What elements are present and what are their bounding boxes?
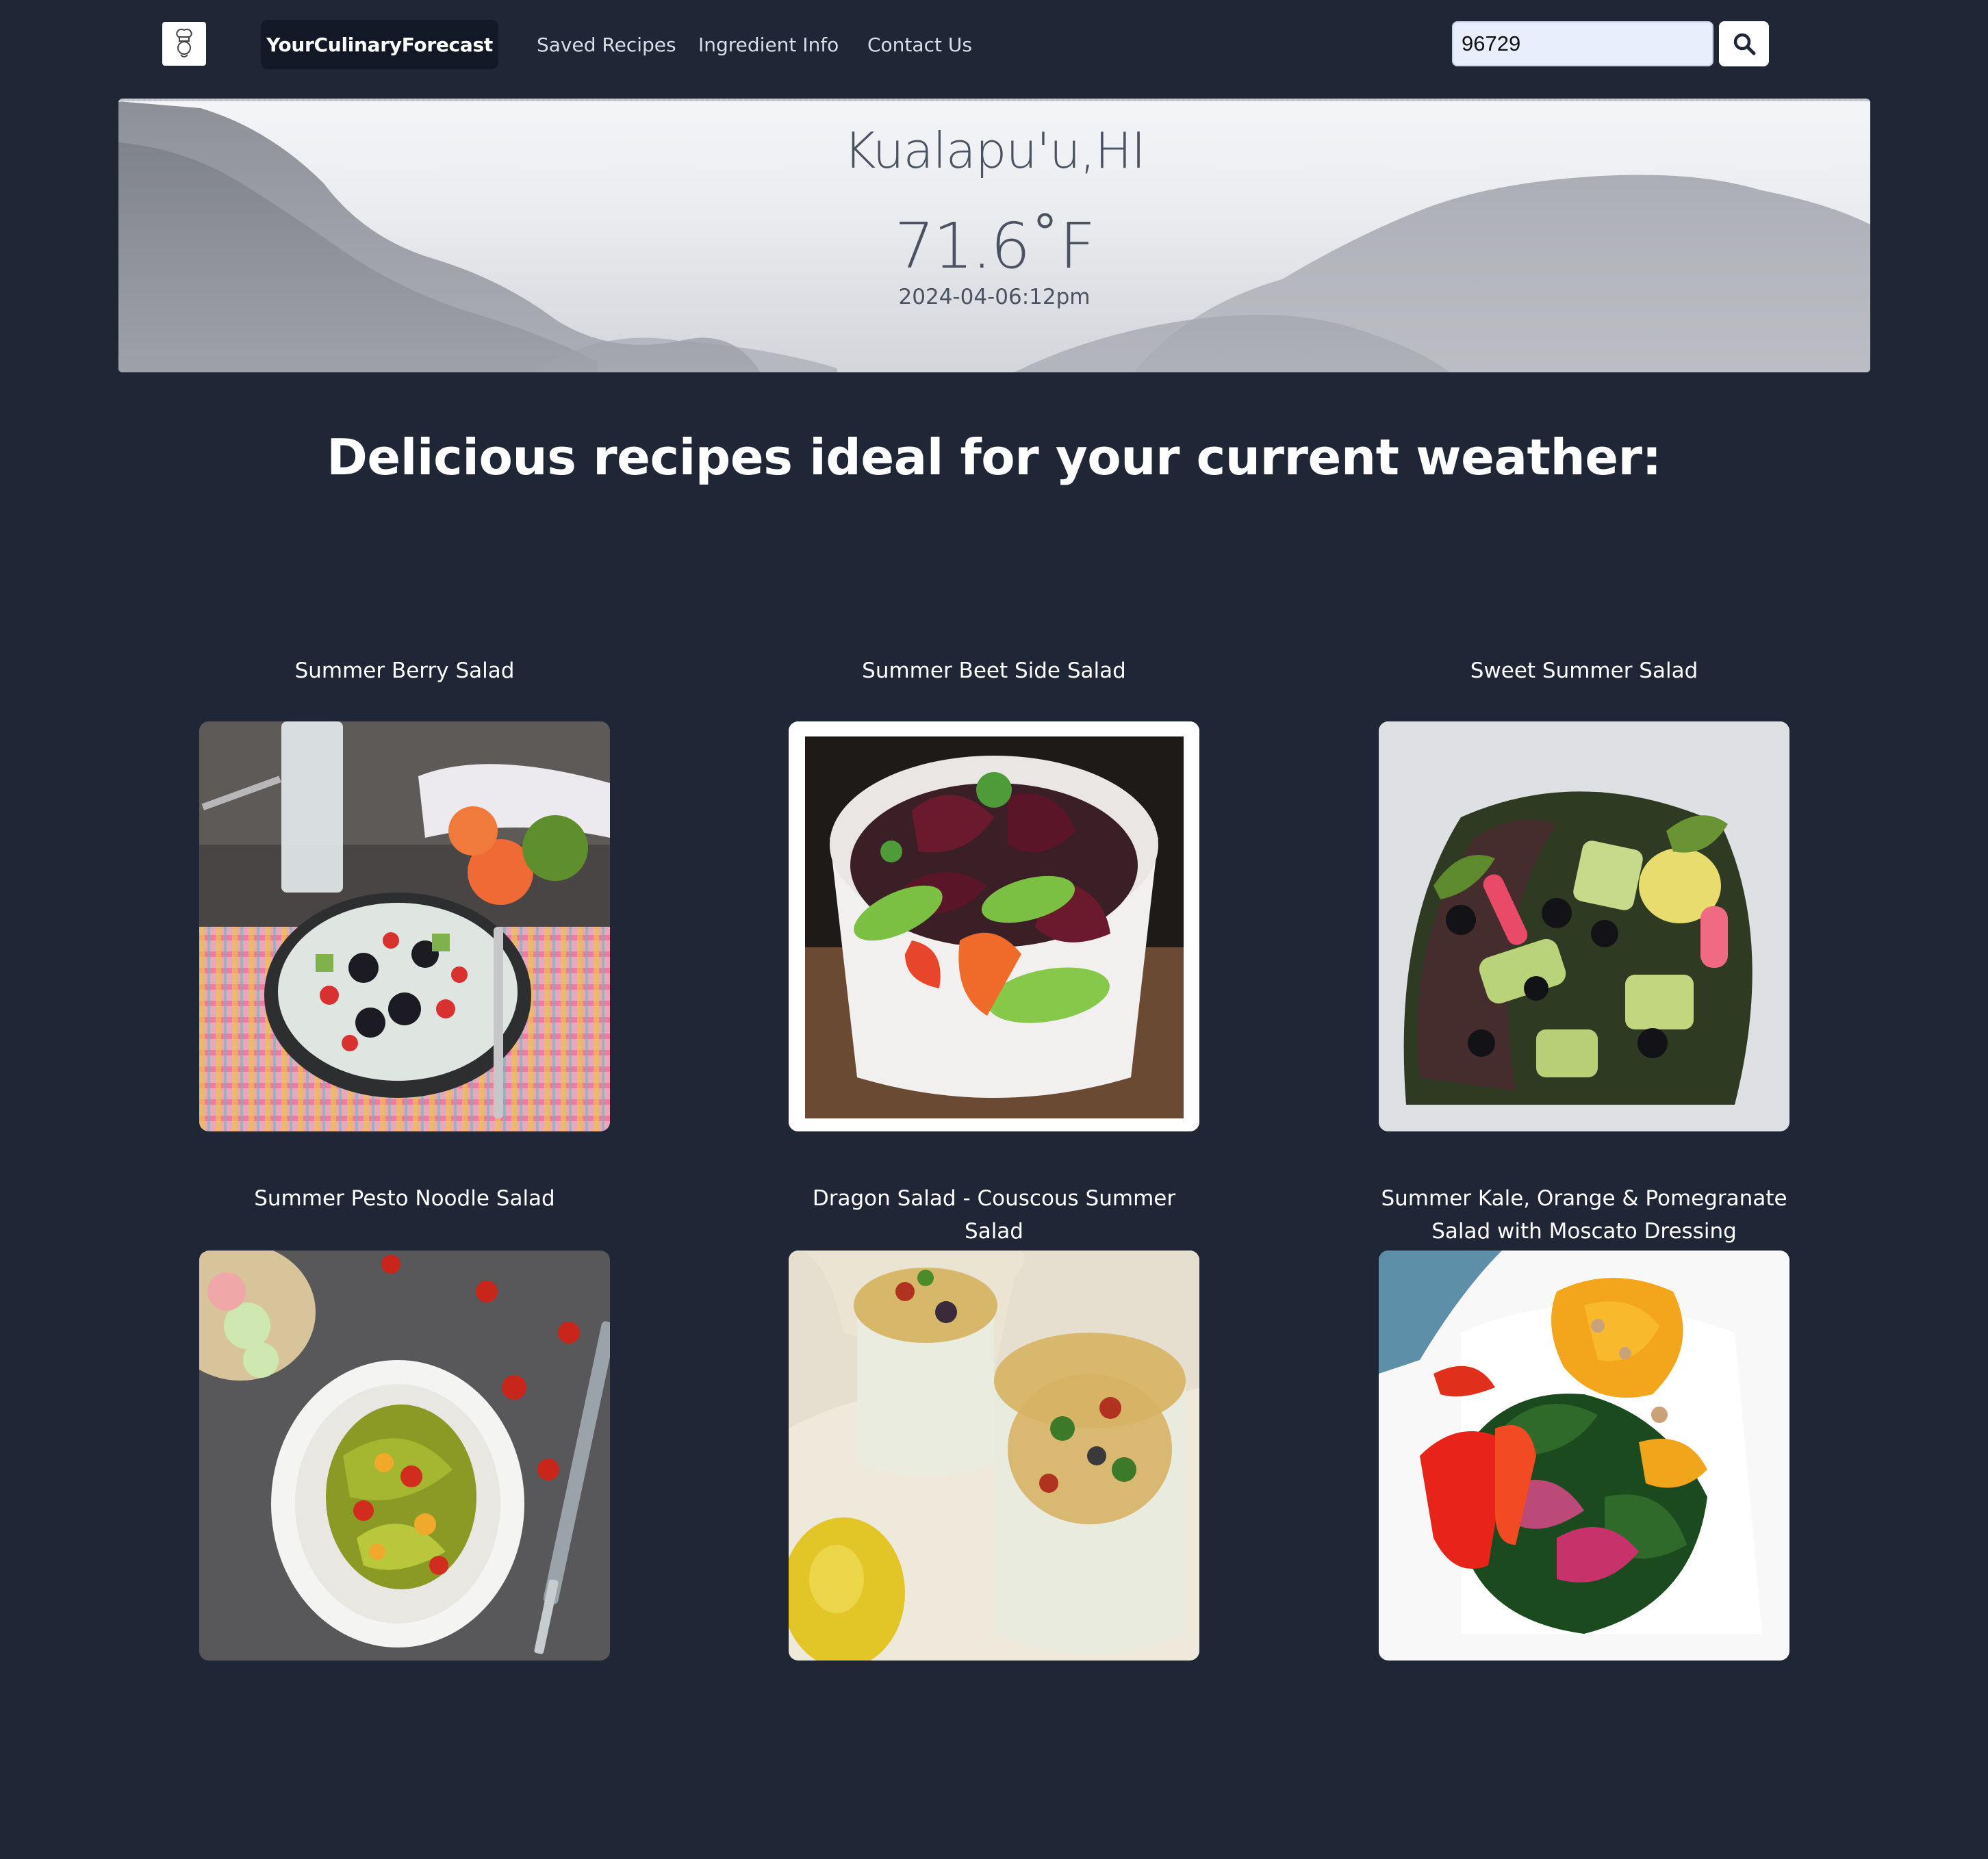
chef-hat-logo-icon[interactable] — [162, 22, 206, 66]
recipe-image-summer-beet-side-salad[interactable] — [789, 721, 1199, 1131]
weather-datetime: 2024-04-06:12pm — [898, 285, 1091, 309]
recipes-heading: Delicious recipes ideal for your current… — [327, 428, 1661, 486]
recipe-title-sweet-summer-salad[interactable]: Sweet Summer Salad — [1372, 654, 1796, 687]
nav-saved-recipes[interactable]: Saved Recipes — [537, 20, 676, 69]
recipe-image-sweet-summer-salad[interactable] — [1379, 721, 1789, 1131]
weather-banner: Kualapu'u,HI 71.6˚F 2024-04-06:12pm — [118, 99, 1870, 372]
recipe-title-summer-kale-orange-pomegranate-salad[interactable]: Summer Kale, Orange & Pomegranate Salad … — [1372, 1182, 1796, 1248]
search-button[interactable] — [1719, 21, 1769, 66]
recipe-image-summer-berry-salad[interactable] — [199, 721, 610, 1131]
zip-search-input[interactable] — [1452, 21, 1713, 66]
weather-location: Kualapu'u,HI — [843, 122, 1146, 179]
recipe-image-summer-pesto-noodle-salad[interactable] — [199, 1251, 610, 1661]
recipe-title-summer-pesto-noodle-salad[interactable]: Summer Pesto Noodle Salad — [192, 1182, 617, 1215]
recipe-title-dragon-salad[interactable]: Dragon Salad - Couscous Summer Salad — [782, 1182, 1206, 1248]
navbar: YourCulinaryForecast Saved Recipes Ingre… — [0, 0, 1988, 92]
nav-ingredient-info[interactable]: Ingredient Info — [698, 20, 839, 69]
nav-contact-us[interactable]: Contact Us — [867, 20, 972, 69]
recipe-image-summer-kale-orange-pomegranate-salad[interactable] — [1379, 1251, 1789, 1661]
recipe-image-dragon-salad[interactable] — [789, 1251, 1199, 1661]
recipe-title-summer-berry-salad[interactable]: Summer Berry Salad — [192, 654, 617, 687]
brand-home-link[interactable]: YourCulinaryForecast — [261, 20, 498, 69]
weather-temperature: 71.6˚F — [894, 209, 1096, 283]
search-icon — [1733, 33, 1755, 55]
recipe-title-summer-beet-side-salad[interactable]: Summer Beet Side Salad — [782, 654, 1206, 687]
